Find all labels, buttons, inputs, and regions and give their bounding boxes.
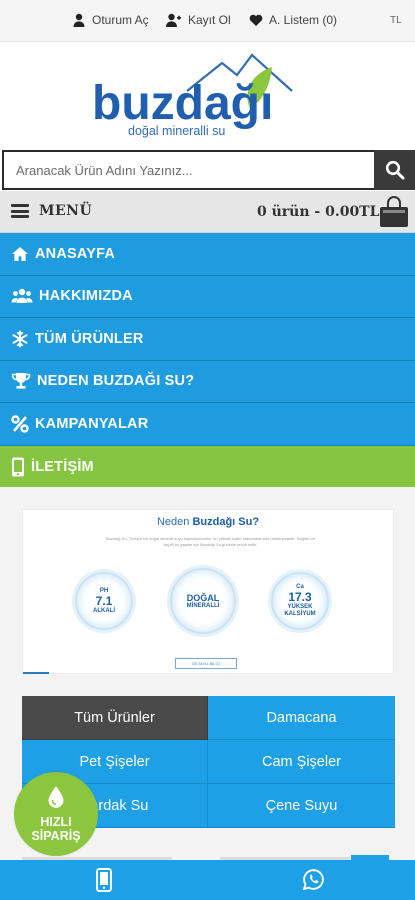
register-label: Kayıt Ol — [188, 13, 231, 27]
nav-item-label: HAKKIMIZDA — [39, 288, 133, 305]
bottom-contact-bar — [0, 860, 415, 900]
cart-summary[interactable]: 0 ürün - 0.00TL — [257, 204, 379, 220]
percent-icon — [11, 415, 29, 433]
phone-icon[interactable] — [96, 868, 112, 892]
nav-item-iletisim[interactable]: İLETİŞİM — [0, 445, 415, 488]
circle-value: 17.3 — [288, 590, 312, 604]
nav-item-label: KAMPANYALAR — [35, 415, 149, 432]
menu-toggle-button[interactable]: MENÜ — [11, 203, 92, 219]
quick-order-button[interactable]: HIZLI SİPARİŞ — [14, 772, 98, 856]
nav-item-label: TÜM ÜRÜNLER — [35, 330, 144, 347]
feature-circle-ph: PH 7.1 ALKALİ — [75, 572, 133, 630]
quick-order-line1: HIZLI — [40, 815, 72, 829]
login-link[interactable]: Oturum Aç — [72, 13, 149, 27]
promo-banner[interactable]: Neden Buzdağı Su? Buzdağı Su, Türkiye'ni… — [22, 509, 394, 674]
category-tab-cam-siseler[interactable]: Cam Şişeler — [208, 740, 395, 784]
category-tab-damacana[interactable]: Damacana — [208, 696, 395, 740]
nav-item-hakkimizda[interactable]: HAKKIMIZDA — [0, 275, 415, 318]
logo-tagline: doğal mineralli su — [128, 124, 225, 138]
home-icon — [12, 246, 28, 261]
menu-bar: MENÜ 0 ürün - 0.00TL — [0, 191, 415, 233]
water-drop-icon — [48, 786, 64, 808]
shopping-bag-icon[interactable] — [377, 195, 411, 229]
nav-item-kampanyalar[interactable]: KAMPANYALAR — [0, 403, 415, 446]
circle-bottom-label: YÜKSEK KALSİYUM — [284, 604, 316, 617]
category-tab-tum-urunler[interactable]: Tüm Ürünler — [22, 696, 208, 740]
wishlist-label: A. Listem (0) — [269, 13, 338, 27]
nav-item-label: NEDEN BUZDAĞI SU? — [37, 373, 195, 390]
nav-item-label: İLETİŞİM — [31, 458, 94, 475]
slider-indicator[interactable] — [23, 672, 49, 674]
menu-label: MENÜ — [39, 203, 93, 219]
feature-circle-calcium: Ca 17.3 YÜKSEK KALSİYUM — [271, 572, 329, 630]
wishlist-link[interactable]: A. Listem (0) — [249, 13, 337, 27]
login-label: Oturum Aç — [92, 13, 149, 27]
banner-title-brand: Buzdağı Su? — [192, 516, 260, 528]
heart-icon — [249, 14, 263, 26]
currency-selector[interactable]: TL — [390, 15, 402, 26]
mobile-icon — [12, 457, 24, 477]
register-link[interactable]: Kayıt Ol — [165, 13, 231, 27]
logo-brand-text: buzdağı — [92, 77, 273, 130]
category-tab-cene-suyu[interactable]: Çene Suyu — [208, 784, 395, 828]
search-icon — [385, 160, 404, 180]
circle-value: 7.1 — [95, 593, 113, 608]
nav-item-label: ANASAYFA — [35, 245, 116, 262]
nav-item-tum-urunler[interactable]: TÜM ÜRÜNLER — [0, 318, 415, 361]
nav-item-neden-buzdagi[interactable]: NEDEN BUZDAĞI SU? — [0, 360, 415, 403]
banner-details-button[interactable]: DETAYLI BİLGİ — [175, 658, 237, 669]
whatsapp-icon[interactable] — [302, 868, 325, 891]
circle-value: DOĞAL — [186, 592, 220, 603]
search-bar — [0, 149, 415, 191]
circle-bottom-label: MİNERALLİ — [186, 602, 220, 609]
feature-circle-natural: DOĞAL MİNERALLİ — [170, 568, 236, 634]
search-input[interactable] — [2, 150, 375, 190]
user-plus-icon — [166, 13, 181, 27]
snowflake-icon — [12, 330, 28, 348]
trophy-icon — [11, 373, 31, 389]
user-icon — [73, 13, 85, 27]
banner-title: Neden Buzdağı Su? — [23, 516, 393, 528]
logo-area: buzdağı doğal mineralli su — [0, 43, 415, 147]
search-button[interactable] — [374, 150, 415, 190]
nav-item-anasayfa[interactable]: ANASAYFA — [0, 233, 415, 276]
users-icon — [11, 289, 33, 304]
circle-bottom-label: ALKALİ — [93, 607, 115, 614]
top-bar: Oturum Aç Kayıt Ol A. Listem (0) TL — [0, 0, 415, 42]
banner-title-prefix: Neden — [156, 516, 193, 528]
hamburger-icon — [11, 204, 29, 218]
banner-description: Buzdağı Su, Türkiye'nin doğal mineral su… — [105, 536, 316, 547]
main-navigation: ANASAYFA HAKKIMIZDA TÜM ÜRÜNLER NEDEN BU… — [0, 233, 415, 488]
quick-order-line2: SİPARİŞ — [31, 829, 81, 843]
brand-logo[interactable]: buzdağı doğal mineralli su — [92, 53, 324, 143]
